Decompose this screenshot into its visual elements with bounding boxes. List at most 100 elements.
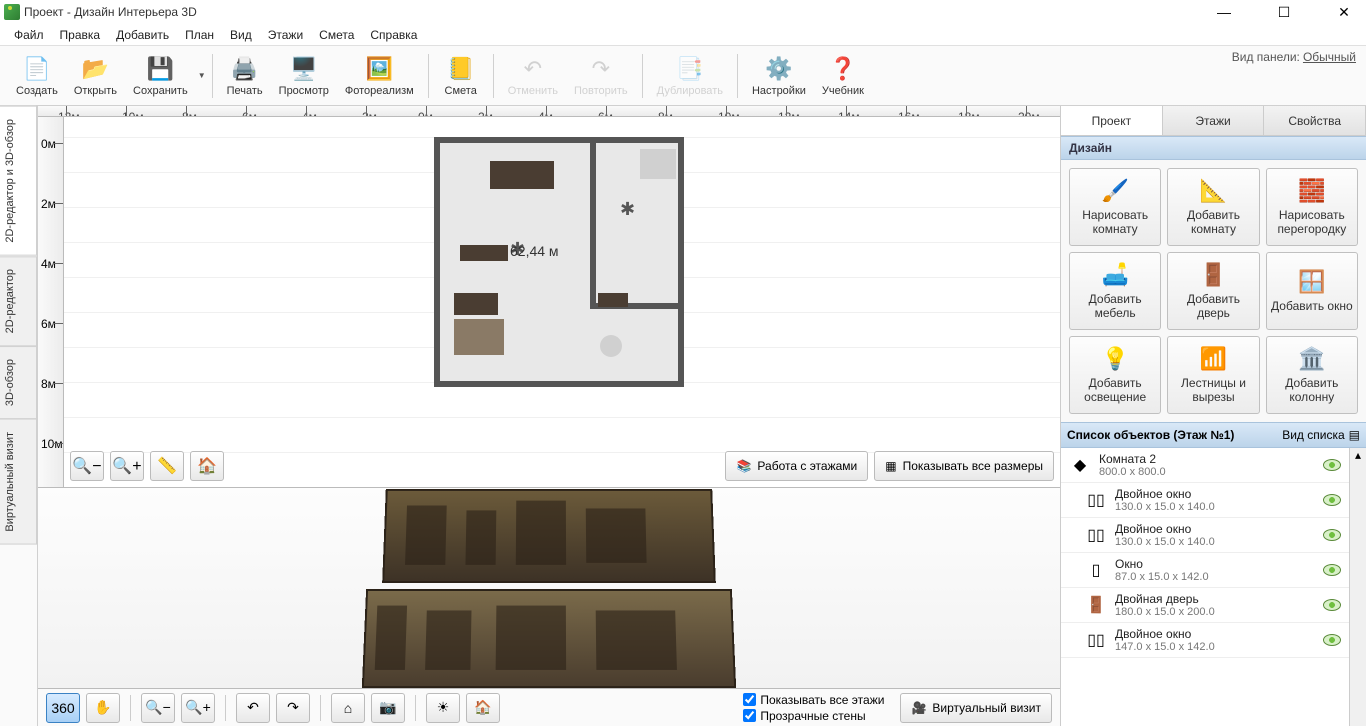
menu-view[interactable]: Вид [222, 26, 260, 44]
objects-header: Список объектов (Этаж №1) Вид списка ▤ [1061, 422, 1366, 448]
object-list[interactable]: ◆Комната 2800.0 x 800.0▯▯Двойное окно130… [1061, 448, 1350, 726]
copy-icon: 📑 [676, 55, 704, 83]
object-item-2[interactable]: ▯▯Двойное окно130.0 x 15.0 x 140.0 [1061, 518, 1349, 553]
folder-icon: 📂 [81, 55, 109, 83]
settings-button[interactable]: ⚙️Настройки [744, 48, 814, 104]
menu-estimate[interactable]: Смета [311, 26, 362, 44]
plan-canvas[interactable]: 62,44 м 🔍− 🔍+ 📏 🏠 📚Работа с этажами ▦Пок… [64, 117, 1060, 487]
design-card-7[interactable]: 📶Лестницы и вырезы [1167, 336, 1259, 414]
vtab-virtual[interactable]: Виртуальный визит [0, 419, 37, 545]
camera-icon: 🎥 [911, 701, 926, 715]
menu-edit[interactable]: Правка [52, 26, 109, 44]
zoom-out-3d-button[interactable]: 🔍− [141, 693, 175, 723]
undo-button[interactable]: ↶Отменить [500, 48, 566, 104]
duplicate-button[interactable]: 📑Дублировать [649, 48, 731, 104]
panel-mode-label: Вид панели: Обычный [1232, 50, 1356, 64]
redo-icon: ↷ [587, 55, 615, 83]
home-button[interactable]: 🏠 [190, 451, 224, 481]
new-icon: 📄 [23, 55, 51, 83]
visibility-toggle[interactable] [1323, 494, 1341, 506]
zoom-out-button[interactable]: 🔍− [70, 451, 104, 481]
list-icon[interactable]: ▤ [1349, 428, 1360, 442]
menu-help[interactable]: Справка [362, 26, 425, 44]
floorplan[interactable]: 62,44 м [434, 137, 684, 387]
save-button[interactable]: 💾Сохранить [125, 48, 196, 104]
view-tabs: 2D-редактор и 3D-обзор 2D-редактор 3D-об… [0, 106, 38, 726]
design-card-2[interactable]: 🧱Нарисовать перегородку [1266, 168, 1358, 246]
menu-floors[interactable]: Этажи [260, 26, 311, 44]
show-all-floors-checkbox[interactable]: Показывать все этажи [743, 693, 884, 707]
zoom-in-3d-button[interactable]: 🔍+ [181, 693, 215, 723]
design-card-1[interactable]: 📐Добавить комнату [1167, 168, 1259, 246]
photoreal-button[interactable]: 🖼️Фотореализм [337, 48, 422, 104]
minimize-button[interactable]: — [1206, 0, 1242, 24]
room-area-label: 62,44 м [510, 243, 559, 259]
object-item-1[interactable]: ▯▯Двойное окно130.0 x 15.0 x 140.0 [1061, 483, 1349, 518]
design-card-3[interactable]: 🛋️Добавить мебель [1069, 252, 1161, 330]
screenshot-button[interactable]: 📷 [371, 693, 405, 723]
design-card-0[interactable]: 🖌️Нарисовать комнату [1069, 168, 1161, 246]
help-icon: ❓ [829, 55, 857, 83]
design-grid: 🖌️Нарисовать комнату📐Добавить комнату🧱На… [1061, 160, 1366, 422]
transparent-walls-checkbox[interactable]: Прозрачные стены [743, 709, 884, 723]
roof-toggle-button[interactable]: ⌂ [331, 693, 365, 723]
vtab-3d[interactable]: 3D-обзор [0, 346, 37, 419]
open-button[interactable]: 📂Открыть [66, 48, 125, 104]
object-item-4[interactable]: 🚪Двойная дверь180.0 x 15.0 x 200.0 [1061, 588, 1349, 623]
object-item-3[interactable]: ▯Окно87.0 x 15.0 x 142.0 [1061, 553, 1349, 588]
visibility-toggle[interactable] [1323, 459, 1341, 471]
rtab-floors[interactable]: Этажи [1163, 106, 1265, 135]
panel-mode-link[interactable]: Обычный [1303, 50, 1356, 64]
grid-icon: ▦ [885, 459, 896, 473]
rtab-project[interactable]: Проект [1061, 106, 1163, 135]
vtab-2d-3d[interactable]: 2D-редактор и 3D-обзор [0, 106, 37, 256]
design-card-6[interactable]: 💡Добавить освещение [1069, 336, 1161, 414]
menu-plan[interactable]: План [177, 26, 222, 44]
visibility-toggle[interactable] [1323, 599, 1341, 611]
ribbon: 📄Создать 📂Открыть 💾Сохранить ▼ 🖨️Печать … [0, 46, 1366, 106]
view3d-canvas[interactable] [38, 488, 1060, 688]
ruler-vertical: 0м2м4м6м8м10м [38, 117, 64, 487]
menu-add[interactable]: Добавить [108, 26, 177, 44]
maximize-button[interactable]: ☐ [1266, 0, 1302, 24]
measure-button[interactable]: 📏 [150, 451, 184, 481]
rotate-right-button[interactable]: ↷ [276, 693, 310, 723]
undo-icon: ↶ [519, 55, 547, 83]
photo-icon: 🖼️ [365, 55, 393, 83]
tutorial-button[interactable]: ❓Учебник [814, 48, 872, 104]
rtab-properties[interactable]: Свойства [1264, 106, 1366, 135]
visibility-toggle[interactable] [1323, 564, 1341, 576]
design-card-5[interactable]: 🪟Добавить окно [1266, 252, 1358, 330]
view3d-toolbar: 360 ✋ 🔍− 🔍+ ↶ ↷ ⌂ 📷 ☀ 🏠 Показывать все э… [38, 688, 1060, 726]
object-item-0[interactable]: ◆Комната 2800.0 x 800.0 [1061, 448, 1349, 483]
right-panel: Проект Этажи Свойства Дизайн 🖌️Нарисоват… [1060, 106, 1366, 726]
home-3d-button[interactable]: 🏠 [466, 693, 500, 723]
zoom-in-button[interactable]: 🔍+ [110, 451, 144, 481]
orbit-360-button[interactable]: 360 [46, 693, 80, 723]
create-button[interactable]: 📄Создать [8, 48, 66, 104]
menu-file[interactable]: Файл [6, 26, 52, 44]
visibility-toggle[interactable] [1323, 634, 1341, 646]
estimate-button[interactable]: 📒Смета [435, 48, 487, 104]
design-card-4[interactable]: 🚪Добавить дверь [1167, 252, 1259, 330]
house-3d [364, 488, 734, 688]
design-card-8[interactable]: 🏛️Добавить колонну [1266, 336, 1358, 414]
visibility-toggle[interactable] [1323, 529, 1341, 541]
floors-button[interactable]: 📚Работа с этажами [725, 451, 868, 481]
save-dropdown[interactable]: ▼ [198, 71, 206, 80]
rotate-left-button[interactable]: ↶ [236, 693, 270, 723]
list-view-toggle[interactable]: Вид списка [1282, 428, 1344, 442]
pan-button[interactable]: ✋ [86, 693, 120, 723]
redo-button[interactable]: ↷Повторить [566, 48, 636, 104]
scrollbar[interactable]: ▴ [1350, 448, 1366, 726]
show-dims-button[interactable]: ▦Показывать все размеры [874, 451, 1054, 481]
virtual-visit-button[interactable]: 🎥Виртуальный визит [900, 693, 1052, 723]
print-button[interactable]: 🖨️Печать [219, 48, 271, 104]
preview-button[interactable]: 🖥️Просмотр [271, 48, 337, 104]
vtab-2d[interactable]: 2D-редактор [0, 256, 37, 346]
save-icon: 💾 [146, 55, 174, 83]
titlebar: Проект - Дизайн Интерьера 3D — ☐ ✕ [0, 0, 1366, 24]
close-button[interactable]: ✕ [1326, 0, 1362, 24]
object-item-5[interactable]: ▯▯Двойное окно147.0 x 15.0 x 142.0 [1061, 623, 1349, 658]
sun-button[interactable]: ☀ [426, 693, 460, 723]
